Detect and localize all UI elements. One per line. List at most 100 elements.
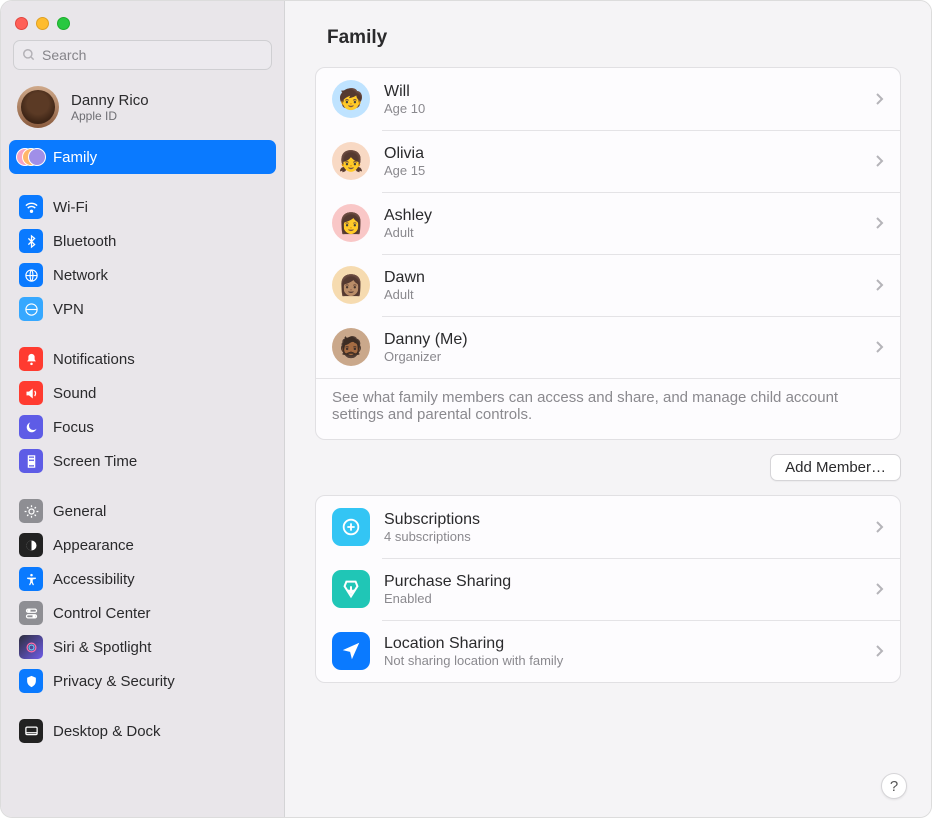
chevron-right-icon [875, 92, 884, 106]
bluetooth-icon [19, 229, 43, 253]
sidebar-item-screen-time[interactable]: Screen Time [9, 444, 276, 478]
family-icon [19, 145, 43, 169]
sidebar-item-label: Sound [53, 385, 96, 402]
sound-icon [19, 381, 43, 405]
feature-row-subscriptions[interactable]: Subscriptions 4 subscriptions [316, 496, 900, 558]
sidebar-item-accessibility[interactable]: Accessibility [9, 562, 276, 596]
sidebar-item-label: Privacy & Security [53, 673, 175, 690]
chevron-right-icon [875, 154, 884, 168]
subscriptions-icon [332, 508, 370, 546]
help-label: ? [890, 778, 898, 795]
sidebar-item-family[interactable]: Family [9, 140, 276, 174]
user-avatar [17, 86, 59, 128]
window-controls [1, 11, 284, 40]
sidebar-item-privacy[interactable]: Privacy & Security [9, 664, 276, 698]
page-title: Family [315, 19, 901, 67]
sidebar-item-label: Bluetooth [53, 233, 116, 250]
search-icon [22, 48, 36, 62]
sidebar-item-apple-id[interactable]: Danny Rico Apple ID [1, 80, 284, 136]
sidebar-item-notifications[interactable]: Notifications [9, 342, 276, 376]
desktop-dock-icon [19, 719, 43, 743]
family-member-row[interactable]: 👧 Olivia Age 15 [316, 130, 900, 192]
sidebar-item-label: Accessibility [53, 571, 135, 588]
fullscreen-window-button[interactable] [57, 17, 70, 30]
chevron-right-icon [875, 644, 884, 658]
feature-row-purchase-sharing[interactable]: Purchase Sharing Enabled [316, 558, 900, 620]
family-member-row[interactable]: 👩🏽 Dawn Adult [316, 254, 900, 316]
member-sub: Adult [384, 225, 861, 240]
sidebar-item-label: Family [53, 149, 97, 166]
family-member-row[interactable]: 🧒 Will Age 10 [316, 68, 900, 130]
family-features-card: Subscriptions 4 subscriptions Purchase S… [315, 495, 901, 683]
vpn-icon [19, 297, 43, 321]
sidebar-item-label: Wi-Fi [53, 199, 88, 216]
member-sub: Organizer [384, 349, 861, 364]
search-input[interactable]: Search [13, 40, 272, 70]
sidebar: Search Danny Rico Apple ID Family [1, 1, 285, 817]
sidebar-item-label: Network [53, 267, 108, 284]
feature-row-location-sharing[interactable]: Location Sharing Not sharing location wi… [316, 620, 900, 682]
user-sub: Apple ID [71, 109, 149, 123]
wifi-icon [19, 195, 43, 219]
control-center-icon [19, 601, 43, 625]
accessibility-icon [19, 567, 43, 591]
member-avatar: 🧔🏾 [332, 328, 370, 366]
member-name: Danny (Me) [384, 331, 861, 349]
member-name: Dawn [384, 269, 861, 287]
purchase-sharing-icon [332, 570, 370, 608]
chevron-right-icon [875, 216, 884, 230]
family-member-row[interactable]: 👩 Ashley Adult [316, 192, 900, 254]
sidebar-item-label: Notifications [53, 351, 135, 368]
sidebar-item-label: Screen Time [53, 453, 137, 470]
settings-window: Search Danny Rico Apple ID Family [0, 0, 932, 818]
member-sub: Age 10 [384, 101, 861, 116]
feature-title: Subscriptions [384, 511, 861, 529]
notifications-icon [19, 347, 43, 371]
sidebar-item-appearance[interactable]: Appearance [9, 528, 276, 562]
add-member-button[interactable]: Add Member… [770, 454, 901, 481]
sidebar-item-wifi[interactable]: Wi-Fi [9, 190, 276, 224]
siri-icon [19, 635, 43, 659]
family-member-row[interactable]: 🧔🏾 Danny (Me) Organizer [316, 316, 900, 378]
help-button[interactable]: ? [881, 773, 907, 799]
family-members-card: 🧒 Will Age 10 👧 Olivia Age 15 👩 Ashley [315, 67, 901, 440]
feature-sub: Not sharing location with family [384, 653, 861, 668]
feature-title: Purchase Sharing [384, 573, 861, 591]
member-avatar: 👧 [332, 142, 370, 180]
search-placeholder: Search [42, 47, 86, 63]
chevron-right-icon [875, 520, 884, 534]
feature-sub: Enabled [384, 591, 861, 606]
member-avatar: 👩🏽 [332, 266, 370, 304]
chevron-right-icon [875, 278, 884, 292]
network-icon [19, 263, 43, 287]
sidebar-item-label: VPN [53, 301, 84, 318]
sidebar-item-network[interactable]: Network [9, 258, 276, 292]
location-sharing-icon [332, 632, 370, 670]
sidebar-item-vpn[interactable]: VPN [9, 292, 276, 326]
close-window-button[interactable] [15, 17, 28, 30]
sidebar-item-label: Desktop & Dock [53, 723, 161, 740]
sidebar-item-sound[interactable]: Sound [9, 376, 276, 410]
appearance-icon [19, 533, 43, 557]
sidebar-item-label: General [53, 503, 106, 520]
member-name: Will [384, 83, 861, 101]
sidebar-item-desktop-dock[interactable]: Desktop & Dock [9, 714, 276, 748]
focus-icon [19, 415, 43, 439]
feature-sub: 4 subscriptions [384, 529, 861, 544]
sidebar-item-control-center[interactable]: Control Center [9, 596, 276, 630]
sidebar-item-bluetooth[interactable]: Bluetooth [9, 224, 276, 258]
chevron-right-icon [875, 340, 884, 354]
sidebar-item-general[interactable]: General [9, 494, 276, 528]
member-name: Ashley [384, 207, 861, 225]
member-name: Olivia [384, 145, 861, 163]
member-avatar: 👩 [332, 204, 370, 242]
minimize-window-button[interactable] [36, 17, 49, 30]
content-pane: Family 🧒 Will Age 10 👧 Olivia Age 15 👩 [285, 1, 931, 817]
sidebar-item-label: Focus [53, 419, 94, 436]
sidebar-item-label: Appearance [53, 537, 134, 554]
sidebar-item-label: Siri & Spotlight [53, 639, 151, 656]
sidebar-item-focus[interactable]: Focus [9, 410, 276, 444]
family-members-note: See what family members can access and s… [316, 378, 900, 439]
member-sub: Adult [384, 287, 861, 302]
sidebar-item-siri[interactable]: Siri & Spotlight [9, 630, 276, 664]
